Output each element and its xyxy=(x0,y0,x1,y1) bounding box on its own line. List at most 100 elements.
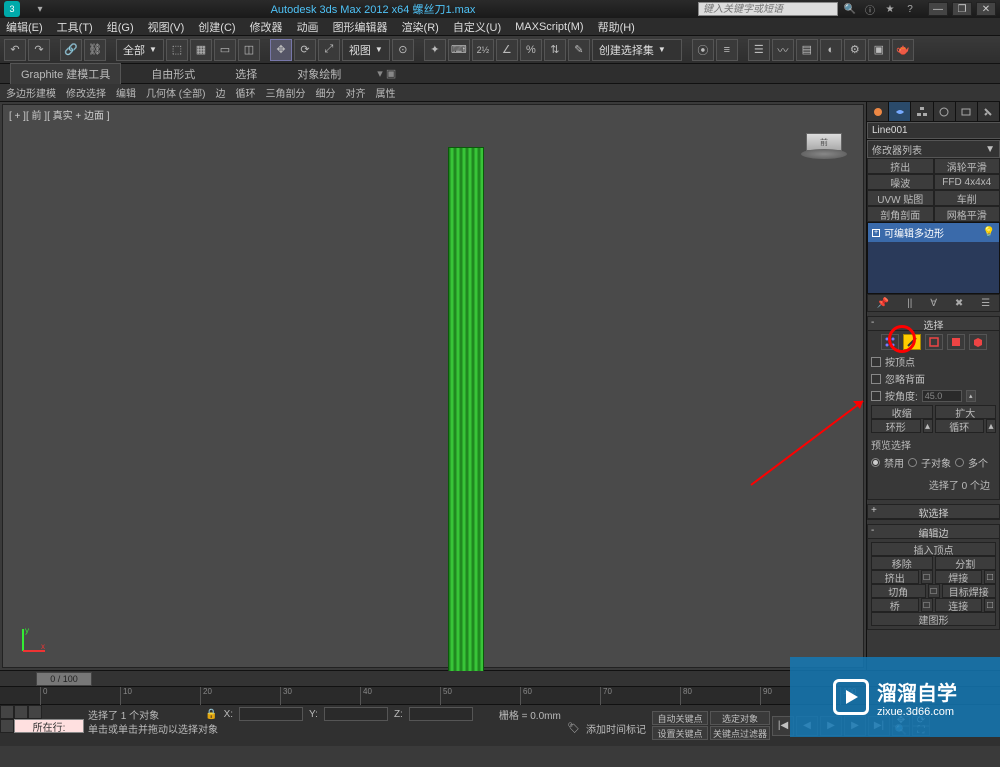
appmenu-arrow[interactable]: ▾ xyxy=(32,2,48,16)
selection-filter-drop[interactable]: 全部▼ xyxy=(116,39,164,61)
stack-bulb-icon[interactable]: 💡 xyxy=(983,227,995,238)
mod-btn-lathe[interactable]: 车削 xyxy=(934,190,1000,206)
object-name-input[interactable] xyxy=(867,122,1000,139)
menu-graph[interactable]: 图形编辑器 xyxy=(333,19,388,35)
key-filters-button[interactable]: 关键点过滤器 xyxy=(710,726,770,740)
coord-y[interactable] xyxy=(324,707,388,721)
stack-item-editable-poly[interactable]: + 可编辑多边形 💡 xyxy=(868,223,999,242)
viewport-label[interactable]: [ + ][ 前 ][ 真实 + 边面 ] xyxy=(9,107,110,122)
subobj-polygon[interactable] xyxy=(947,334,965,350)
favorites-icon[interactable]: ★ xyxy=(882,2,898,16)
btn-bridge[interactable]: 桥 xyxy=(871,598,919,612)
set-key-button[interactable]: 设置关键点 xyxy=(652,726,708,740)
spinner-snap-button[interactable]: ⇅ xyxy=(544,39,566,61)
ribbon-panel-align[interactable]: 对齐 xyxy=(345,85,365,100)
ribbon-panel-edges[interactable]: 边 xyxy=(215,85,225,100)
btn-grow[interactable]: 扩大 xyxy=(935,405,997,419)
mod-btn-turbosmooth[interactable]: 涡轮平滑 xyxy=(934,158,1000,174)
ref-coord-drop[interactable]: 视图▼ xyxy=(342,39,390,61)
undo-button[interactable]: ↶ xyxy=(4,39,26,61)
time-slider-handle[interactable]: 0 / 100 xyxy=(36,672,92,686)
render-button[interactable]: 🫖 xyxy=(892,39,914,61)
help-search-input[interactable] xyxy=(698,2,838,16)
snap-toggle-2[interactable]: 2½ xyxy=(472,39,494,61)
menu-edit[interactable]: 编辑(E) xyxy=(6,19,43,35)
link-button[interactable]: 🔗 xyxy=(60,39,82,61)
btn-ring[interactable]: 环形 xyxy=(871,419,921,433)
tab-modify[interactable] xyxy=(889,102,911,121)
btn-shrink[interactable]: 收缩 xyxy=(871,405,933,419)
radio-preview-multi[interactable] xyxy=(955,458,964,467)
key-target-drop[interactable]: 选定对象 xyxy=(710,711,770,725)
viewport[interactable]: [ + ][ 前 ][ 真实 + 边面 ] 前 y x xyxy=(2,104,864,668)
help-icon[interactable]: ? xyxy=(902,2,918,16)
minimize-button[interactable]: — xyxy=(928,2,948,16)
subobj-border[interactable] xyxy=(925,334,943,350)
remove-mod-icon[interactable]: ✖ xyxy=(955,298,963,309)
rotate-button[interactable]: ⟳ xyxy=(294,39,316,61)
ribbon-tab-freeform[interactable]: 自由形式 xyxy=(141,64,205,84)
mod-btn-meshsmooth[interactable]: 网格平滑 xyxy=(934,206,1000,222)
ribbon-expand-icon[interactable]: ▾ ▣ xyxy=(377,67,396,80)
chk-by-angle[interactable] xyxy=(871,391,881,401)
btn-connect[interactable]: 连接 xyxy=(935,598,983,612)
angle-spin-up[interactable]: ▴ xyxy=(966,390,976,402)
tab-motion[interactable] xyxy=(934,102,956,121)
select-region-button[interactable]: ▭ xyxy=(214,39,236,61)
tab-hierarchy[interactable] xyxy=(911,102,933,121)
ribbon-tab-paint[interactable]: 对象绘制 xyxy=(287,64,351,84)
ribbon-panel-polymodel[interactable]: 多边形建模 xyxy=(6,85,56,100)
btn-chamfer-settings[interactable]: □ xyxy=(928,584,940,598)
btn-weld-settings[interactable]: □ xyxy=(984,570,996,584)
pin-stack-icon[interactable]: 📌 xyxy=(877,298,889,309)
ribbon-tab-graphite[interactable]: Graphite 建模工具 xyxy=(10,63,121,84)
menu-group[interactable]: 组(G) xyxy=(107,19,134,35)
btn-split[interactable]: 分割 xyxy=(935,556,997,570)
close-button[interactable]: ✕ xyxy=(976,2,996,16)
tab-utilities[interactable] xyxy=(978,102,1000,121)
lock-icon[interactable]: 🔒 xyxy=(205,709,217,720)
btn-extrude-settings[interactable]: □ xyxy=(921,570,933,584)
unlink-button[interactable]: ⛓ xyxy=(84,39,106,61)
radio-preview-sub[interactable] xyxy=(908,458,917,467)
menu-modifiers[interactable]: 修改器 xyxy=(250,19,283,35)
menu-customize[interactable]: 自定义(U) xyxy=(453,19,501,35)
schematic-button[interactable]: ▤ xyxy=(796,39,818,61)
ribbon-panel-loops[interactable]: 循环 xyxy=(235,85,255,100)
modifier-list-drop[interactable]: 修改器列表▼ xyxy=(867,140,1000,158)
search-icon[interactable]: 🔍 xyxy=(842,2,858,16)
btn-target-weld[interactable]: 目标焊接 xyxy=(942,584,997,598)
menu-animation[interactable]: 动画 xyxy=(297,19,319,35)
mod-btn-noise[interactable]: 噪波 xyxy=(867,174,934,190)
subobj-vertex[interactable] xyxy=(881,334,899,350)
radio-preview-off[interactable] xyxy=(871,458,880,467)
mod-btn-bevel[interactable]: 剖角剖面 xyxy=(867,206,934,222)
modifier-stack[interactable]: + 可编辑多边形 💡 xyxy=(867,222,1000,294)
ribbon-panel-subdiv[interactable]: 细分 xyxy=(315,85,335,100)
curve-editor-button[interactable]: 〰 xyxy=(772,39,794,61)
ribbon-tab-selection[interactable]: 选择 xyxy=(225,64,267,84)
btn-chamfer[interactable]: 切角 xyxy=(871,584,926,598)
select-name-button[interactable]: ▦ xyxy=(190,39,212,61)
infocenter-icon[interactable]: ⓘ xyxy=(862,2,878,16)
tab-create[interactable] xyxy=(867,102,889,121)
move-button[interactable]: ✥ xyxy=(270,39,292,61)
menu-render[interactable]: 渲染(R) xyxy=(402,19,439,35)
ring-spin[interactable]: ▴ xyxy=(923,419,933,433)
angle-spinner[interactable]: 45.0 xyxy=(922,390,962,402)
mirror-button[interactable]: ⦿ xyxy=(692,39,714,61)
ribbon-panel-modsel[interactable]: 修改选择 xyxy=(66,85,106,100)
menu-maxscript[interactable]: MAXScript(M) xyxy=(515,21,583,33)
add-time-marker[interactable]: 添加时间标记 xyxy=(586,721,646,736)
menu-view[interactable]: 视图(V) xyxy=(148,19,185,35)
scene-object-cylinder[interactable] xyxy=(448,147,484,695)
menu-tools[interactable]: 工具(T) xyxy=(57,19,93,35)
loop-spin[interactable]: ▴ xyxy=(986,419,996,433)
snap-angle-button[interactable]: ∠ xyxy=(496,39,518,61)
select-button[interactable]: ⬚ xyxy=(166,39,188,61)
btn-connect-settings[interactable]: □ xyxy=(984,598,996,612)
chk-ignore-back[interactable] xyxy=(871,374,881,384)
manipulate-button[interactable]: ✦ xyxy=(424,39,446,61)
ribbon-panel-geom[interactable]: 几何体 (全部) xyxy=(146,85,205,100)
render-frame-button[interactable]: ▣ xyxy=(868,39,890,61)
